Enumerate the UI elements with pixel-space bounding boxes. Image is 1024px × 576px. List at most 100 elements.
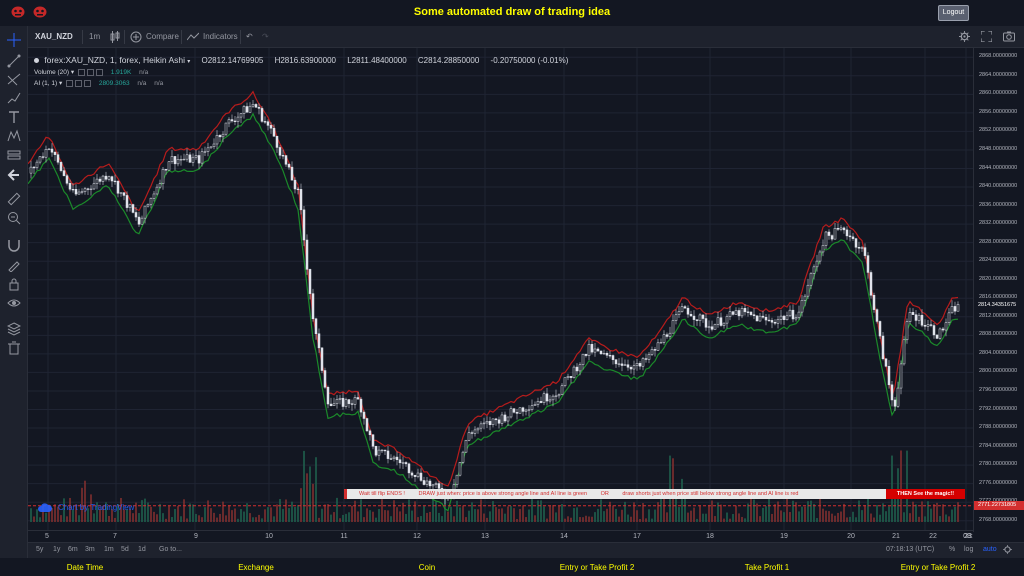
chevron-down-icon[interactable]: ▾	[71, 69, 74, 76]
gear-icon[interactable]	[1003, 545, 1012, 554]
arrow-left-icon[interactable]	[7, 168, 21, 182]
candle-body	[95, 178, 99, 184]
candle-body	[65, 175, 69, 184]
price-chart[interactable]	[28, 48, 973, 542]
volume-bar	[255, 517, 257, 522]
symbol-search-button[interactable]: XAU_NZD	[35, 26, 73, 48]
range-1y-button[interactable]: 1y	[53, 546, 60, 553]
candle-body	[512, 408, 516, 413]
toolbar-divider	[124, 30, 125, 44]
log-scale-toggle[interactable]: log	[964, 546, 973, 553]
close-icon[interactable]	[84, 79, 92, 87]
range-1m-button[interactable]: 1m	[104, 546, 114, 553]
gear-icon[interactable]	[86, 68, 94, 76]
main-series-legend[interactable]: forex:XAU_NZD, 1, forex, Heikin Ashi ▾ O…	[34, 54, 568, 67]
camera-icon[interactable]	[1003, 26, 1015, 48]
time-axis-label: 9	[194, 533, 198, 540]
gear-icon[interactable]	[959, 26, 970, 48]
redo-icon[interactable]: ↷	[262, 26, 269, 48]
interval-button[interactable]: 1m	[89, 26, 100, 48]
price-axis[interactable]: 2868.00000000 2864.00000000 2860.00000000 2…	[973, 48, 1024, 532]
volume-bar	[849, 516, 851, 522]
candle-body	[377, 449, 381, 456]
candle-body	[275, 135, 279, 148]
volume-bar	[492, 501, 494, 522]
volume-bar	[423, 506, 425, 522]
volume-bar	[921, 501, 923, 522]
volume-bar	[477, 509, 479, 522]
time-axis[interactable]: 5 7 9 10 11 12 13 14 17 18 19 20 21 22 23 08:	[28, 530, 973, 542]
volume-bar	[276, 504, 278, 522]
ruler-icon[interactable]	[7, 192, 21, 206]
zoom-icon[interactable]	[7, 211, 21, 225]
volume-bar	[768, 497, 770, 522]
layers-icon[interactable]	[7, 322, 21, 336]
percent-scale-toggle[interactable]: %	[949, 546, 955, 553]
volume-bar	[375, 517, 377, 522]
volume-bar	[516, 518, 518, 522]
candles-style-icon[interactable]	[110, 26, 120, 48]
eye-icon[interactable]	[66, 79, 74, 87]
chevron-down-icon[interactable]: ▾	[187, 59, 190, 65]
compare-icon[interactable]	[130, 26, 142, 48]
candle-body	[830, 235, 834, 240]
crosshair-icon[interactable]	[7, 33, 21, 47]
auto-scale-toggle[interactable]: auto	[983, 546, 997, 553]
ai-study-legend[interactable]: AI (1, 1) ▾ 2809.3063 n/a n/a	[34, 78, 568, 89]
fullscreen-icon[interactable]	[980, 26, 993, 48]
range-1d-button[interactable]: 1d	[138, 546, 146, 553]
candle-body	[140, 217, 144, 225]
volume-bar	[60, 515, 62, 522]
trend-line-icon[interactable]	[7, 54, 21, 68]
magnet-icon[interactable]	[7, 238, 21, 252]
text-tool-icon[interactable]	[7, 110, 21, 124]
prediction-tool-icon[interactable]	[7, 148, 21, 162]
trash-icon[interactable]	[7, 341, 21, 355]
candle-body	[152, 193, 156, 199]
range-5y-button[interactable]: 5y	[36, 546, 43, 553]
volume-bar	[906, 450, 908, 522]
volume-bar	[738, 513, 740, 522]
volume-bar	[660, 497, 662, 522]
brush-icon[interactable]	[7, 91, 21, 105]
volume-bar	[78, 515, 80, 522]
candle-body	[233, 120, 237, 123]
logout-button[interactable]: Logout	[938, 5, 969, 21]
utc-clock[interactable]: 07:18:13 (UTC)	[886, 546, 934, 553]
fib-tool-icon[interactable]	[7, 72, 21, 86]
pattern-tool-icon[interactable]	[7, 129, 21, 143]
lock-icon[interactable]	[7, 277, 21, 291]
volume-bar	[804, 506, 806, 522]
stay-in-drawing-icon[interactable]	[7, 258, 21, 272]
candle-body	[674, 314, 678, 321]
range-5d-button[interactable]: 5d	[121, 546, 129, 553]
close-icon[interactable]	[95, 68, 103, 76]
volume-bar	[186, 518, 188, 522]
volume-bar	[810, 500, 812, 522]
tradingview-watermark[interactable]: Chart by TradingView	[38, 503, 134, 513]
indicators-button[interactable]: Indicators	[203, 26, 238, 48]
volume-bar	[552, 505, 554, 522]
gear-icon[interactable]	[75, 79, 83, 87]
eye-icon[interactable]	[77, 68, 85, 76]
volume-bar	[627, 514, 629, 522]
goto-date-button[interactable]: Go to...	[159, 546, 182, 553]
range-3m-button[interactable]: 3m	[85, 546, 95, 553]
undo-icon[interactable]: ↶	[246, 26, 253, 48]
volume-bar	[756, 503, 758, 522]
compare-button[interactable]: Compare	[146, 26, 179, 48]
candle-body	[584, 353, 588, 356]
volume-study-legend[interactable]: Volume (20) ▾ 1.919K n/a	[34, 67, 568, 78]
candle-body	[299, 189, 303, 211]
price-axis-label: 2804.00000000	[979, 349, 1018, 356]
chevron-down-icon[interactable]: ▾	[59, 80, 62, 87]
eye-icon[interactable]	[7, 296, 21, 310]
candle-body	[332, 403, 336, 406]
chart-canvas[interactable]	[28, 48, 973, 530]
candle-body	[716, 317, 720, 325]
range-6m-button[interactable]: 6m	[68, 546, 78, 553]
volume-bar	[798, 511, 800, 522]
indicators-icon[interactable]	[186, 26, 200, 48]
volume-bar	[786, 498, 788, 522]
candle-body	[695, 319, 699, 321]
